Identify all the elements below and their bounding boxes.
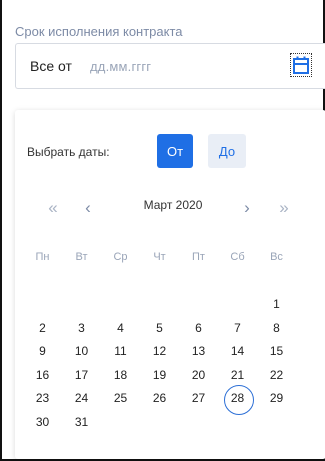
calendar-day[interactable]: 25 (101, 387, 140, 411)
calendar-day[interactable]: 1 (257, 293, 296, 317)
calendar-day[interactable]: 31 (62, 411, 101, 435)
calendar-day[interactable]: 2 (23, 317, 62, 341)
calendar-day (23, 293, 62, 317)
calendar-grid: Пн Вт Ср Чт Пт Сб Вс 1 2 3 4 5 6 7 8 9 1… (23, 246, 299, 434)
calendar-day[interactable]: 22 (257, 364, 296, 388)
grid-spacer (218, 270, 257, 282)
calendar-day[interactable]: 27 (179, 387, 218, 411)
calendar-day[interactable]: 13 (179, 340, 218, 364)
date-placeholder[interactable]: дд.мм.гггг (90, 59, 151, 74)
calendar-day[interactable]: 17 (62, 364, 101, 388)
calendar-day (140, 293, 179, 317)
calendar-day[interactable]: 8 (257, 317, 296, 341)
datepicker-popup: Выбрать даты: От До « ‹ Март 2020 › » Пн… (15, 110, 325, 459)
calendar-day[interactable]: 10 (62, 340, 101, 364)
calendar-day[interactable]: 26 (140, 387, 179, 411)
grid-spacer (23, 270, 62, 282)
weekday-label: Пт (192, 251, 205, 263)
calendar-day[interactable]: 19 (140, 364, 179, 388)
grid-spacer (179, 270, 218, 282)
select-dates-label: Выбрать даты: (27, 145, 110, 159)
weekday-label: Ср (113, 251, 128, 263)
calendar-day[interactable]: 11 (101, 340, 140, 364)
to-button[interactable]: До (208, 134, 246, 168)
grid-spacer (62, 270, 101, 282)
calendar-day[interactable]: 21 (218, 364, 257, 388)
calendar-day[interactable]: 16 (23, 364, 62, 388)
weekday-label: Чт (153, 251, 166, 263)
calendar-day[interactable]: 23 (23, 387, 62, 411)
calendar-day[interactable]: 3 (62, 317, 101, 341)
calendar-day[interactable]: 5 (140, 317, 179, 341)
calendar-day (179, 293, 218, 317)
grid-spacer (140, 270, 179, 282)
calendar-day[interactable]: 4 (101, 317, 140, 341)
calendar-day (62, 293, 101, 317)
calendar-day-today[interactable]: 28 (218, 384, 257, 415)
next-year-icon[interactable]: » (274, 198, 294, 218)
date-input[interactable]: Все от дд.мм.гггг (15, 43, 325, 89)
field-label: Срок исполнения контракта (15, 24, 183, 39)
calendar-day (218, 293, 257, 317)
weekday-label: Вт (75, 251, 88, 263)
calendar-day[interactable]: 29 (257, 387, 296, 411)
month-title: Март 2020 (143, 198, 203, 212)
calendar-day[interactable]: 9 (23, 340, 62, 364)
calendar-button[interactable] (290, 53, 312, 77)
calendar-day[interactable]: 18 (101, 364, 140, 388)
calendar-day[interactable]: 7 (218, 317, 257, 341)
weekday-label: Сб (230, 251, 245, 263)
weekday-label: Вс (270, 251, 283, 263)
next-month-icon[interactable]: › (237, 198, 257, 218)
prev-month-icon[interactable]: ‹ (78, 198, 98, 218)
grid-spacer (101, 270, 140, 282)
calendar-day[interactable]: 12 (140, 340, 179, 364)
window-frame: Срок исполнения контракта Все от дд.мм.г… (0, 0, 325, 461)
calendar-day[interactable]: 20 (179, 364, 218, 388)
calendar-day (101, 293, 140, 317)
from-button[interactable]: От (157, 134, 193, 168)
calendar-day[interactable]: 14 (218, 340, 257, 364)
calendar-day[interactable]: 6 (179, 317, 218, 341)
calendar-day[interactable]: 15 (257, 340, 296, 364)
calendar-icon (293, 56, 309, 74)
grid-spacer (257, 270, 296, 282)
calendar-day[interactable]: 30 (23, 411, 62, 435)
weekday-label: Пн (35, 251, 50, 263)
input-prefix: Все от (30, 58, 72, 74)
calendar-day[interactable]: 24 (62, 387, 101, 411)
prev-year-icon[interactable]: « (43, 198, 63, 218)
